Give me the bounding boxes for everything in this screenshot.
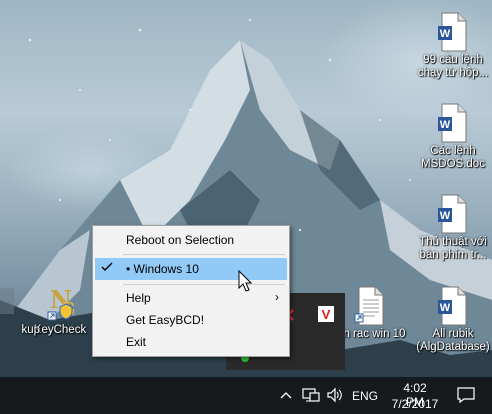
menu-item-reboot-on-selection[interactable]: Reboot on Selection [95,229,287,251]
desktop-icon-doc-3[interactable]: W Thủ thuật với bàn phím tr... [413,194,492,262]
menu-item-exit[interactable]: Exit [95,331,287,353]
mouse-cursor-icon [238,270,252,292]
word-document-icon: W [438,194,467,234]
desktop-icon-doc-2[interactable]: W Các lệnh MSDOS.doc [413,103,492,171]
menu-item-label: Get EasyBCD! [126,313,205,327]
menu-item-label: Reboot on Selection [126,233,235,247]
desktop-icon-label: Các lệnh MSDOS.doc [421,145,485,170]
easybcd-context-menu: Reboot on Selection • Windows 10 Help › … [92,225,290,357]
desktop-icon-doc-4[interactable]: W All rubik (AlgDatabase) [413,286,492,354]
word-document-icon: W [438,12,467,52]
desktop-icon-label: kup [21,324,40,336]
desktop-icon-backup[interactable]: kup [0,282,40,337]
vivaldi-v-icon[interactable]: V [318,306,334,322]
menu-item-windows-10[interactable]: • Windows 10 [95,258,287,280]
menu-item-get-easybcd[interactable]: Get EasyBCD! [95,309,287,331]
svg-text:W: W [440,119,451,131]
desktop-icon-label: Thủ thuật với bàn phím tr... [419,236,487,261]
action-center-icon[interactable] [457,386,475,404]
menu-separator [123,254,285,255]
desktop-icon-label: All rubik (AlgDatabase) [416,328,490,353]
svg-text:V: V [322,307,331,322]
menu-item-help[interactable]: Help › [95,287,287,309]
menu-separator [123,284,285,285]
desktop-icon-label: 99 câu lệnh chạy từ hộp... [417,54,489,79]
menu-item-label: Exit [126,335,147,349]
menu-item-label: • Windows 10 [126,262,199,276]
submenu-arrow-icon: › [275,290,279,304]
input-language-indicator[interactable]: ENG [352,389,378,403]
taskbar: ENG 4:02 PM 7/2/2017 [0,377,492,414]
desktop-icon-doc-1[interactable]: W 99 câu lệnh chạy từ hộp... [413,12,492,80]
checkmark-icon [101,261,113,276]
svg-text:W: W [440,28,451,40]
chevron-up-icon[interactable] [280,390,292,400]
shortcut-icon [0,288,14,314]
network-icon[interactable] [302,387,320,403]
word-document-icon: W [438,286,467,326]
svg-text:W: W [440,302,451,314]
volume-icon[interactable] [326,387,344,403]
word-document-icon: W [438,103,467,143]
keycheck-shortcut-icon: N G [47,285,75,321]
svg-text:W: W [440,210,451,222]
clock-date[interactable]: 7/2/2017 [391,397,439,411]
text-document-icon [354,286,384,326]
menu-item-label: Help [126,291,151,305]
